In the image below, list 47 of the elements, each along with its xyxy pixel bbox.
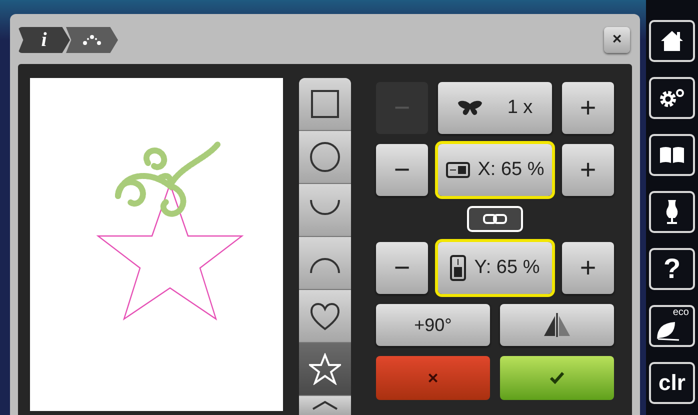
dress-form-button[interactable] bbox=[649, 191, 695, 233]
home-button[interactable] bbox=[649, 20, 695, 62]
eco-label: eco bbox=[672, 308, 689, 318]
shape-button[interactable] bbox=[299, 184, 351, 237]
gears-icon bbox=[658, 87, 686, 109]
mirror-button[interactable] bbox=[500, 304, 614, 346]
leaf-icon bbox=[655, 319, 681, 341]
shape-button[interactable] bbox=[299, 78, 351, 131]
minus-button[interactable]: − bbox=[376, 242, 428, 294]
home-icon bbox=[660, 30, 684, 52]
shape-button[interactable] bbox=[299, 131, 351, 184]
book-icon bbox=[659, 146, 685, 164]
value-button[interactable]: X: 65 % bbox=[438, 144, 552, 196]
shape-button[interactable] bbox=[299, 237, 351, 290]
mirror-icon bbox=[541, 312, 573, 338]
heart-icon bbox=[309, 300, 341, 332]
settings-button[interactable] bbox=[649, 77, 695, 119]
clear-button[interactable]: clr bbox=[649, 362, 695, 404]
info-tab[interactable]: i bbox=[18, 27, 70, 53]
plus-button[interactable]: + bbox=[562, 82, 614, 134]
plus-button[interactable]: + bbox=[562, 242, 614, 294]
star-icon bbox=[309, 353, 341, 385]
value-button[interactable]: Y: 65 % bbox=[438, 242, 552, 294]
plus-button[interactable]: + bbox=[562, 144, 614, 196]
help-button[interactable]: ? bbox=[649, 248, 695, 290]
book-button[interactable] bbox=[649, 134, 695, 176]
dotted-arc-icon bbox=[82, 35, 102, 45]
link-button[interactable] bbox=[467, 206, 523, 232]
link-icon bbox=[483, 213, 507, 225]
height-icon bbox=[450, 255, 466, 281]
scroll-up-button[interactable] bbox=[299, 396, 351, 415]
shape-button[interactable] bbox=[299, 290, 351, 343]
checkmark-icon bbox=[549, 371, 565, 385]
help-label: ? bbox=[663, 255, 681, 283]
shape-button[interactable] bbox=[299, 343, 351, 396]
minus-button[interactable]: − bbox=[376, 144, 428, 196]
rotate-button[interactable]: +90° bbox=[376, 304, 490, 346]
chevron-up-icon bbox=[311, 400, 339, 410]
square-icon bbox=[309, 88, 341, 120]
width-icon bbox=[446, 162, 470, 178]
curve-tab[interactable] bbox=[66, 27, 118, 53]
butterfly-icon bbox=[457, 100, 484, 116]
circle-icon bbox=[309, 141, 341, 173]
clear-label: clr bbox=[658, 372, 686, 394]
value-button[interactable]: 1 x bbox=[438, 82, 552, 134]
eco-button[interactable]: eco bbox=[649, 305, 695, 347]
close-button[interactable]: × bbox=[604, 27, 630, 53]
